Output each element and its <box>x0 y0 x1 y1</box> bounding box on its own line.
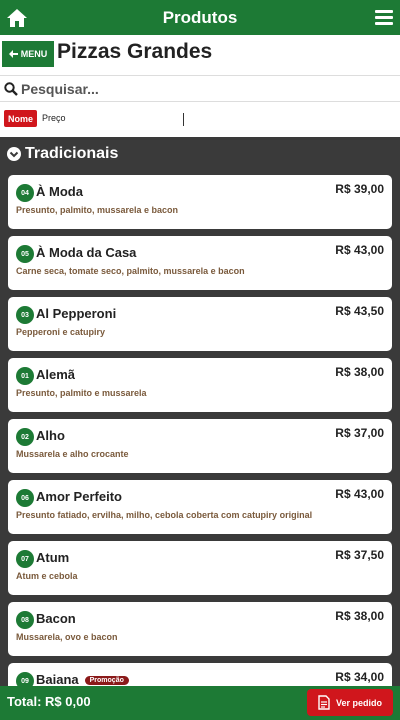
product-price: R$ 38,00 <box>335 365 384 379</box>
product-card[interactable]: 03 Al Pepperoni R$ 43,50 Pepperoni e cat… <box>8 297 392 351</box>
product-description: Presunto, palmito e mussarela <box>16 388 147 398</box>
product-name: Atum <box>36 550 70 565</box>
product-description: Carne seca, tomate seco, palmito, mussar… <box>16 266 245 276</box>
product-price: R$ 43,00 <box>335 487 384 501</box>
product-name: Amor Perfeito <box>36 489 122 504</box>
product-code-badge: 05 <box>16 245 34 263</box>
sort-bar: Nome Preço <box>0 102 400 137</box>
product-card[interactable]: 09 Baiana Promoção R$ 34,00 <box>8 663 392 686</box>
product-name: Alho <box>36 428 65 443</box>
product-card[interactable]: 08 Bacon R$ 38,00 Mussarela, ovo e bacon <box>8 602 392 656</box>
product-price: R$ 37,00 <box>335 426 384 440</box>
product-description: Presunto fatiado, ervilha, milho, cebola… <box>16 510 313 520</box>
product-price: R$ 37,50 <box>335 548 384 562</box>
product-price: R$ 38,00 <box>335 609 384 623</box>
category-header[interactable]: Tradicionais <box>0 137 400 171</box>
product-code-badge: 04 <box>16 184 34 202</box>
search-bar <box>0 75 400 102</box>
promo-badge: Promoção <box>84 676 129 686</box>
product-code-badge: 09 <box>16 672 34 686</box>
footer-bar: Total: R$ 0,00 Ver pedido <box>0 686 400 720</box>
product-name-text: Baiana <box>36 672 79 686</box>
product-price: R$ 34,00 <box>335 670 384 684</box>
product-card[interactable]: 06 Amor Perfeito R$ 43,00 Presunto fatia… <box>8 480 392 534</box>
view-order-label: Ver pedido <box>335 697 382 708</box>
product-description: Atum e cebola <box>16 571 78 581</box>
product-name: À Moda <box>36 184 83 199</box>
arrow-left-icon <box>8 50 18 58</box>
product-card[interactable]: 07 Atum R$ 37,50 Atum e cebola <box>8 541 392 595</box>
document-icon <box>318 695 330 710</box>
product-card[interactable]: 01 Alemã R$ 38,00 Presunto, palmito e mu… <box>8 358 392 412</box>
product-card[interactable]: 04 À Moda R$ 39,00 Presunto, palmito, mu… <box>8 175 392 229</box>
sort-by-name-button[interactable]: Nome <box>4 110 38 127</box>
product-name: Al Pepperoni <box>36 306 117 321</box>
order-total: Total: R$ 0,00 <box>7 694 91 709</box>
divider <box>183 113 184 126</box>
product-code-badge: 03 <box>16 306 34 324</box>
product-description: Pepperoni e catupiry <box>16 327 106 337</box>
product-code-badge: 06 <box>16 489 34 507</box>
view-order-button[interactable]: Ver pedido <box>307 689 393 716</box>
product-description: Mussarela e alho crocante <box>16 449 129 459</box>
product-name: Bacon <box>36 611 76 626</box>
product-description: Presunto, palmito, mussarela e bacon <box>16 205 179 215</box>
chevron-down-circle-icon <box>7 147 21 161</box>
page-title: Pizzas Grandes <box>57 40 213 63</box>
product-name: À Moda da Casa <box>36 245 137 260</box>
product-price: R$ 43,50 <box>335 304 384 318</box>
product-name: Baiana Promoção <box>36 672 129 686</box>
hamburger-menu-icon[interactable] <box>375 10 393 25</box>
product-price: R$ 43,00 <box>335 243 384 257</box>
home-icon[interactable] <box>6 8 28 28</box>
product-code-badge: 02 <box>16 428 34 446</box>
product-card[interactable]: 02 Alho R$ 37,00 Mussarela e alho crocan… <box>8 419 392 473</box>
search-input[interactable] <box>21 80 381 97</box>
product-code-badge: 08 <box>16 611 34 629</box>
product-list: 04 À Moda R$ 39,00 Presunto, palmito, mu… <box>0 171 400 686</box>
product-price: R$ 39,00 <box>335 182 384 196</box>
back-to-menu-button[interactable]: MENU <box>2 41 54 67</box>
search-icon <box>4 81 18 96</box>
page-header: MENU Pizzas Grandes <box>0 35 400 75</box>
product-name: Alemã <box>36 367 76 382</box>
product-code-badge: 01 <box>16 367 34 385</box>
sort-by-price-button[interactable]: Preço <box>42 113 66 123</box>
back-button-label: MENU <box>20 49 48 59</box>
top-bar: Produtos <box>0 0 400 35</box>
product-code-badge: 07 <box>16 550 34 568</box>
product-description: Mussarela, ovo e bacon <box>16 632 118 642</box>
product-card[interactable]: 05 À Moda da Casa R$ 43,00 Carne seca, t… <box>8 236 392 290</box>
top-bar-title: Produtos <box>162 7 238 27</box>
category-title: Tradicionais <box>25 145 119 162</box>
